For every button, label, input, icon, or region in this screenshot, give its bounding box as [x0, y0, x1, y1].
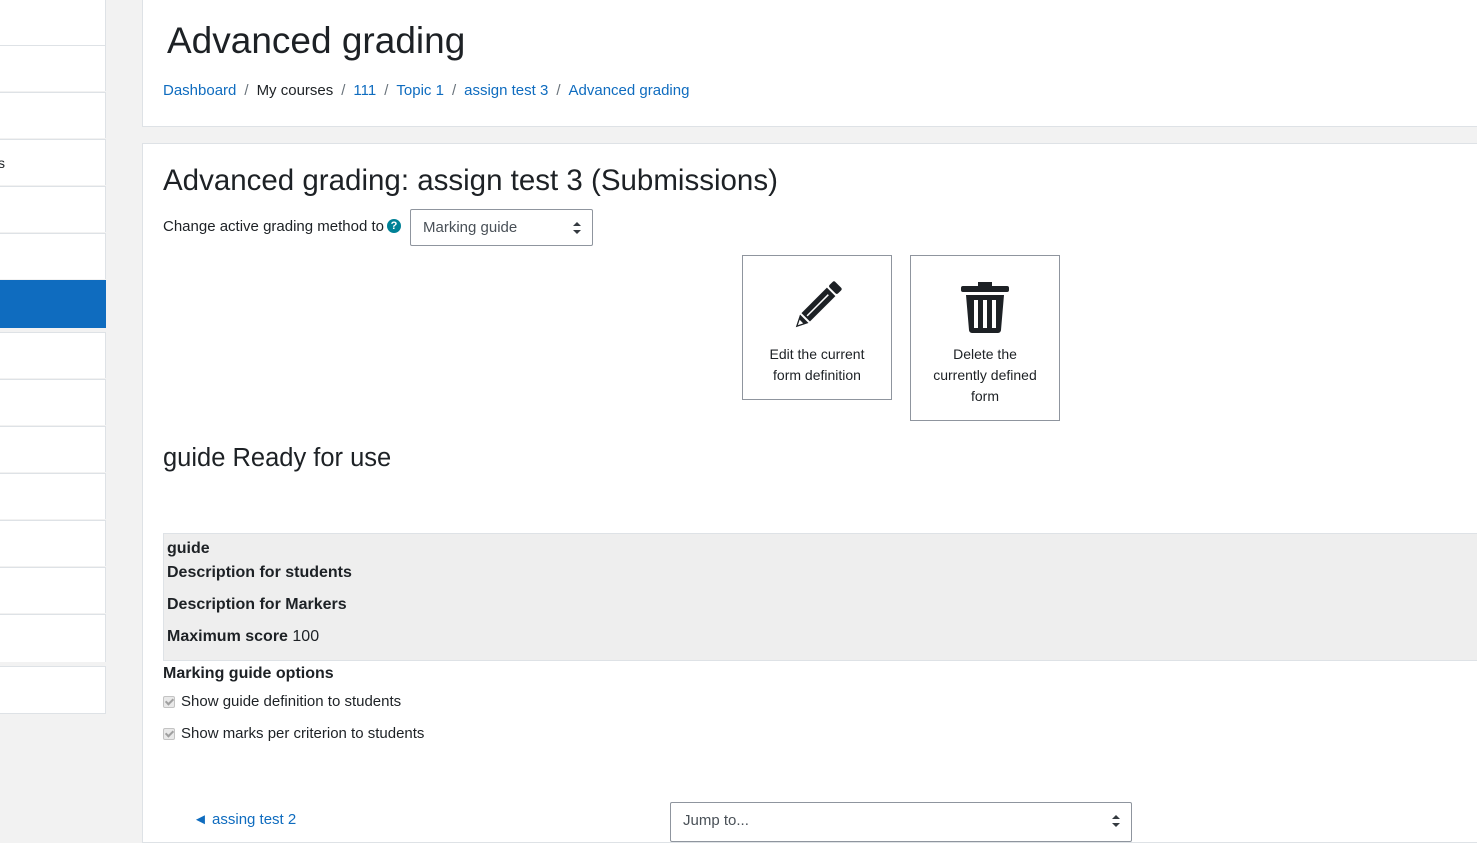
option-show-marks-per-criterion: Show marks per criterion to students: [163, 725, 424, 742]
show-marks-per-criterion-checkbox: [163, 727, 175, 740]
page-title: Advanced grading: [167, 20, 466, 61]
drawer-item-5[interactable]: [0, 186, 106, 232]
main-region: Advanced grading: assign test 3 (Submiss…: [142, 143, 1477, 843]
maximum-score-label: Maximum score: [167, 628, 288, 645]
breadcrumb-my-courses: My courses: [256, 82, 334, 99]
drawer-item-9[interactable]: [0, 379, 106, 425]
pencil-icon: [795, 281, 842, 328]
drawer-item-12[interactable]: [0, 520, 106, 566]
jump-to-select[interactable]: Jump to...: [670, 802, 1132, 842]
show-guide-definition-checkbox: [163, 695, 175, 708]
status-heading: guide Ready for use: [163, 444, 392, 472]
drawer-item-2[interactable]: [0, 45, 106, 91]
guide-name: guide: [167, 540, 210, 557]
drawer-item-8[interactable]: [0, 332, 106, 378]
grading-method-label: Change active grading method to: [163, 218, 384, 235]
breadcrumb-assignment[interactable]: assign test 3: [464, 82, 548, 99]
question-circle-icon[interactable]: ?: [387, 219, 401, 233]
description-for-markers-label: Description for Markers: [167, 596, 347, 613]
drawer-item-1[interactable]: [0, 0, 106, 45]
delete-form-label: Delete the currently defined form: [933, 346, 1037, 404]
select-caret-icon: [573, 222, 581, 234]
description-for-students-label: Description for students: [167, 564, 352, 581]
drawer-item-15[interactable]: [0, 666, 106, 714]
nav-drawer: s: [0, 0, 107, 821]
marking-guide-options-heading: Marking guide options: [163, 665, 334, 682]
breadcrumb: Dashboard / My courses / 111 / Topic 1 /…: [163, 82, 689, 99]
edit-form-definition-button[interactable]: Edit the current form definition: [742, 255, 892, 400]
select-caret-icon: [1112, 815, 1120, 827]
grading-method-select[interactable]: Marking guide: [410, 209, 593, 246]
previous-activity-link[interactable]: ◄ assing test 2: [193, 811, 296, 828]
drawer-item-14[interactable]: [0, 614, 106, 662]
drawer-item-11[interactable]: [0, 473, 106, 519]
breadcrumb-dashboard[interactable]: Dashboard: [163, 82, 236, 99]
breadcrumb-separator: /: [341, 82, 346, 99]
show-marks-per-criterion-label: Show marks per criterion to students: [181, 725, 425, 742]
trash-icon: [961, 282, 1009, 333]
grading-method-select-value: Marking guide: [423, 219, 518, 236]
drawer-item-active[interactable]: [0, 280, 106, 328]
delete-form-button[interactable]: Delete the currently defined form: [910, 255, 1060, 421]
drawer-item-13[interactable]: [0, 567, 106, 613]
main-heading: Advanced grading: assign test 3 (Submiss…: [163, 164, 778, 197]
show-guide-definition-label: Show guide definition to students: [181, 693, 402, 710]
page-header: Advanced grading Dashboard / My courses …: [142, 0, 1477, 127]
breadcrumb-course[interactable]: 111: [353, 82, 376, 99]
breadcrumb-separator: /: [451, 82, 457, 99]
breadcrumb-advanced-grading[interactable]: Advanced grading: [569, 82, 690, 99]
option-show-guide-definition: Show guide definition to students: [163, 693, 401, 710]
maximum-score-value: 100: [292, 628, 320, 645]
drawer-item-3[interactable]: [0, 92, 106, 138]
drawer-item-10[interactable]: [0, 426, 106, 472]
edit-form-definition-label: Edit the current form definition: [769, 346, 865, 383]
breadcrumb-separator: /: [244, 82, 249, 99]
breadcrumb-separator: /: [556, 82, 561, 99]
drawer-item-6[interactable]: [0, 233, 106, 279]
drawer-item-4[interactable]: s: [0, 139, 106, 185]
breadcrumb-topic[interactable]: Topic 1: [396, 82, 444, 99]
guide-definition-box: guide Description for students Descripti…: [163, 533, 1477, 661]
breadcrumb-separator: /: [384, 82, 389, 99]
